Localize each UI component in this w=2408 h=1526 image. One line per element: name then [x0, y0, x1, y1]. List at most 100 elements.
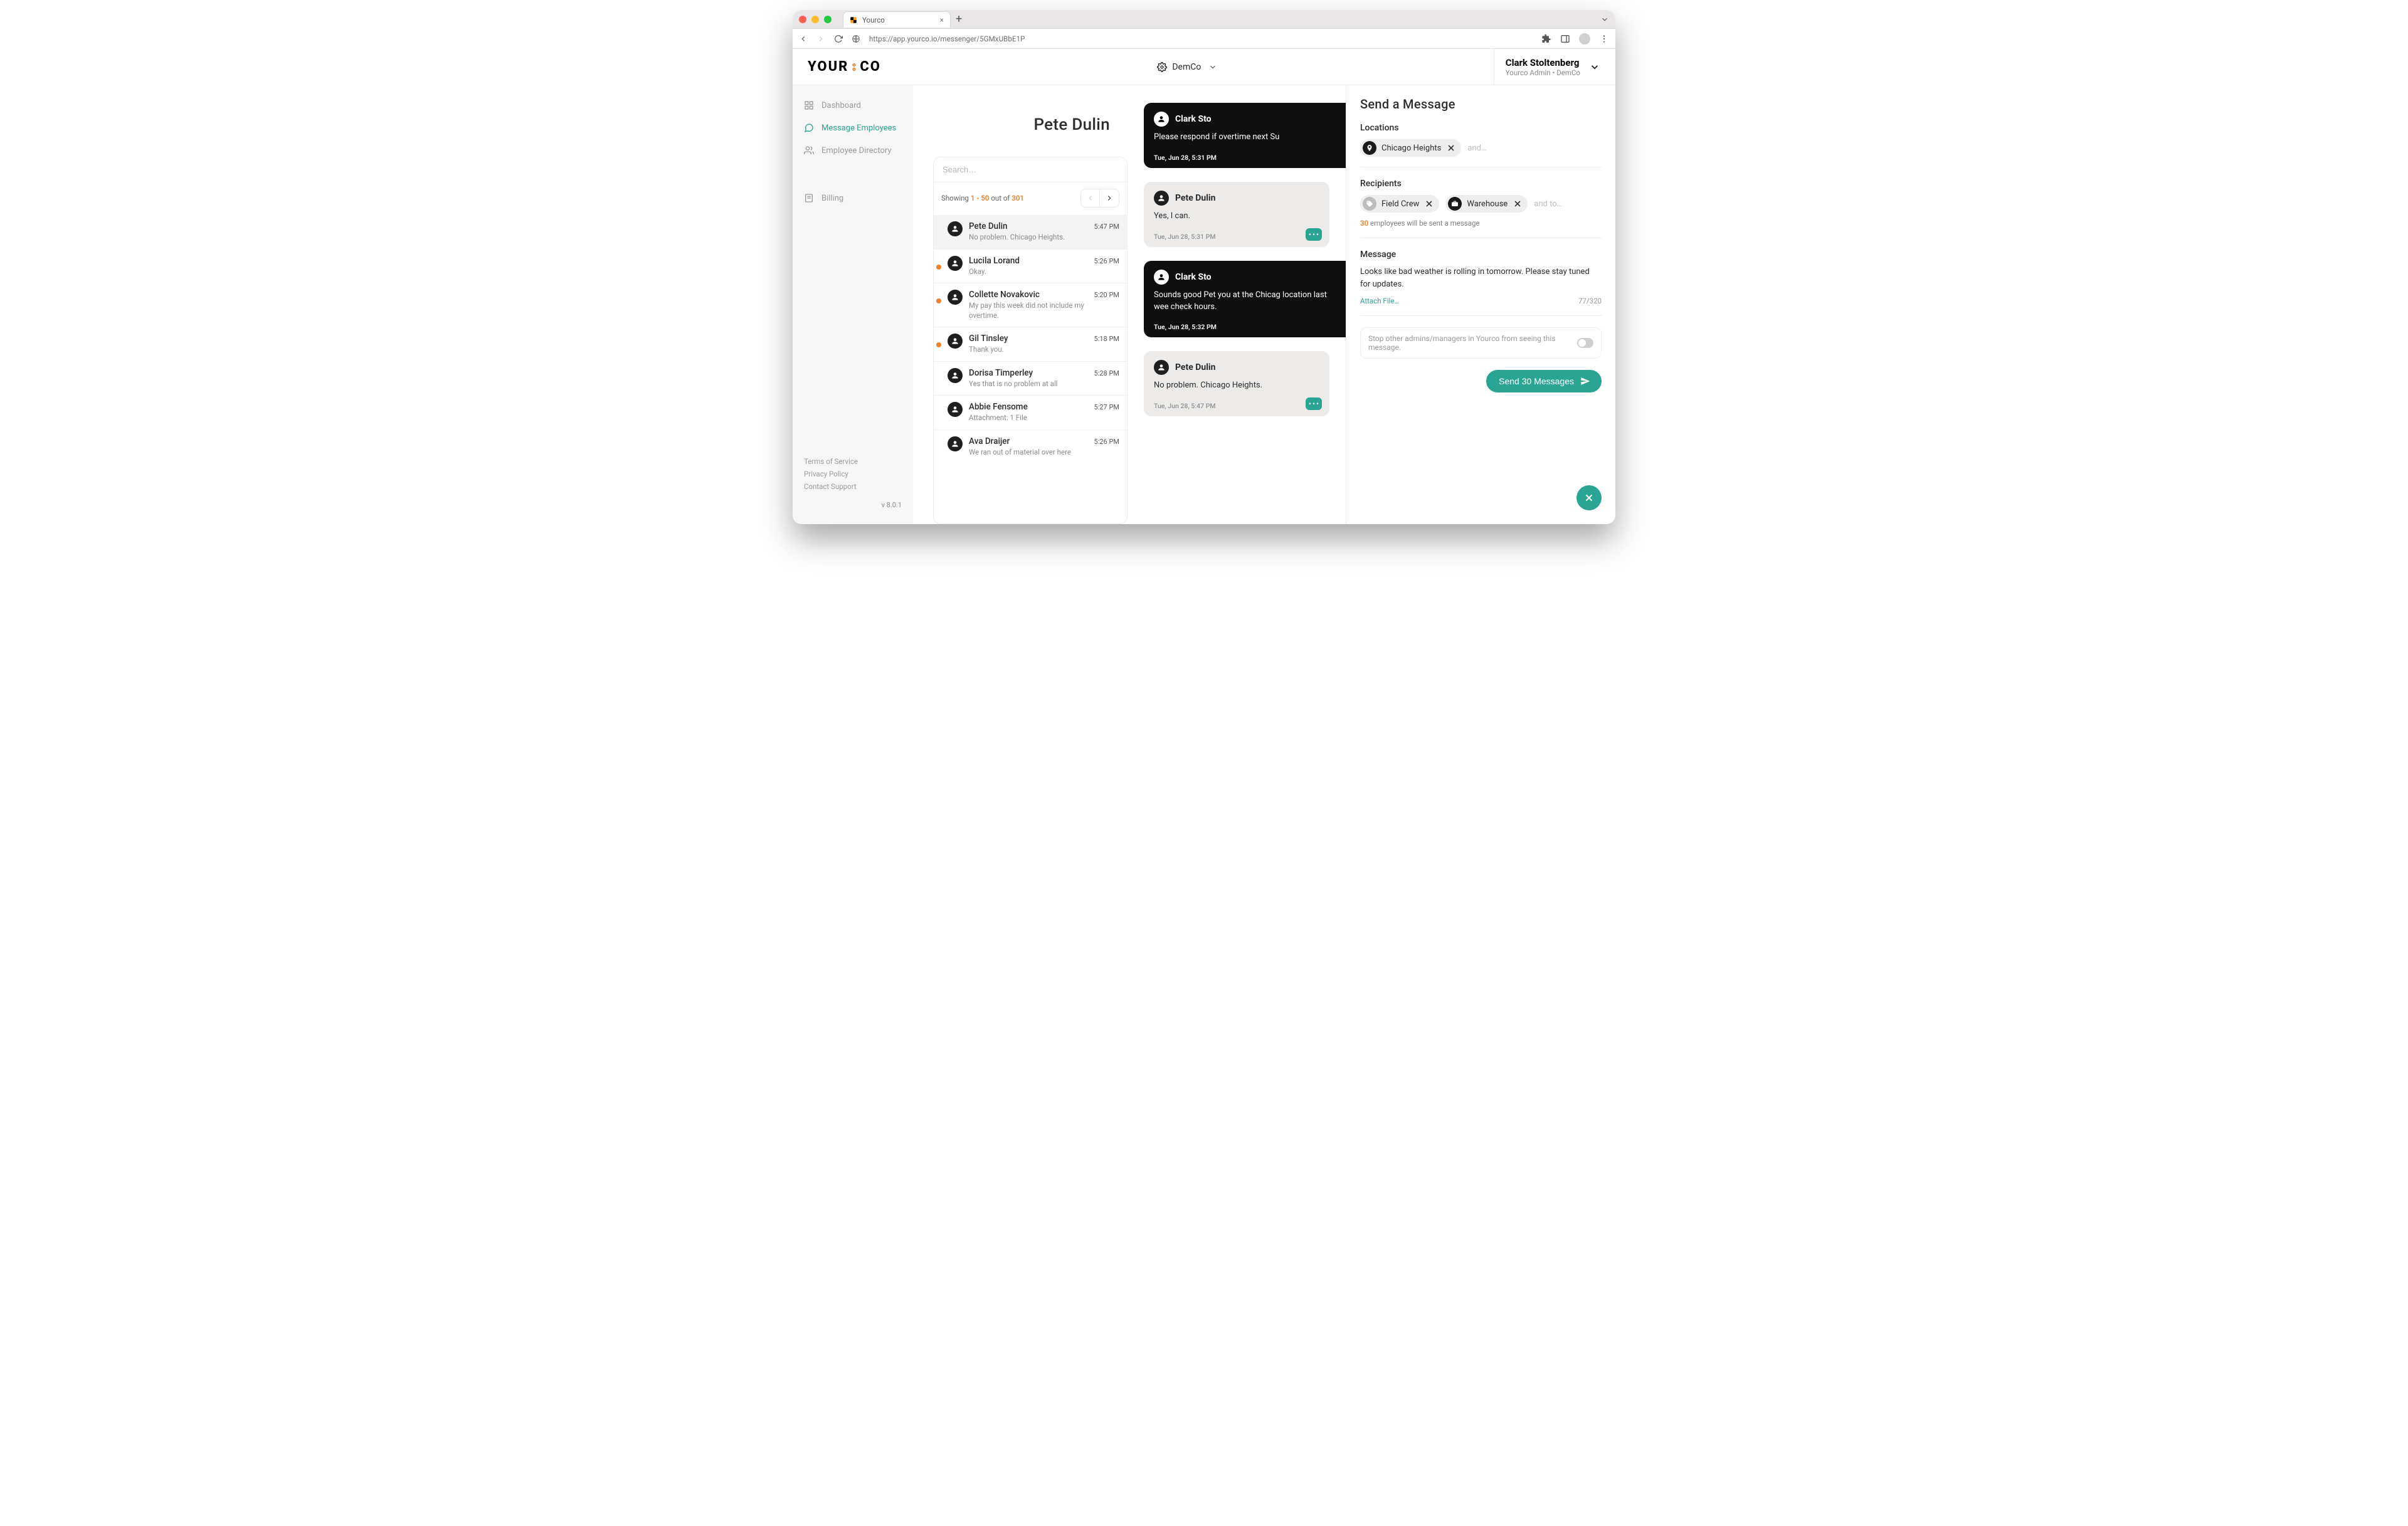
message-timestamp: Tue, Jun 28, 5:31 PM: [1154, 233, 1319, 241]
message-text: Sounds good Pet you at the Chicag locati…: [1154, 290, 1342, 313]
favicon-icon: [850, 17, 857, 23]
panel-title: Send a Message: [1360, 97, 1602, 112]
tab-close-icon[interactable]: ×: [940, 16, 944, 24]
tabs-chevron-down-icon[interactable]: [1600, 15, 1609, 24]
chip-remove-icon[interactable]: [1513, 199, 1523, 209]
conversation-time: 5:27 PM: [1094, 402, 1119, 411]
brand-logo[interactable]: YOUR CO: [808, 59, 881, 75]
link-privacy[interactable]: Privacy Policy: [804, 470, 902, 478]
showing-count: Showing 1 - 50 out of 301: [941, 194, 1024, 203]
new-tab-button[interactable]: +: [956, 13, 962, 26]
link-contact[interactable]: Contact Support: [804, 482, 902, 491]
avatar-icon: [948, 368, 963, 383]
pager-next-button[interactable]: [1100, 189, 1119, 207]
browser-titlebar: Yourco × +: [793, 10, 1615, 29]
sidebar-label: Employee Directory: [821, 146, 892, 155]
avatar-icon: [1154, 270, 1169, 285]
sidebar-item-billing[interactable]: Billing: [793, 187, 913, 209]
conversation-item[interactable]: Pete DulinNo problem. Chicago Heights.5:…: [934, 215, 1127, 249]
url-text[interactable]: https://app.yourco.io/messenger/5GMxUBbE…: [869, 34, 1025, 43]
app-header: YOUR CO DemCo Clark Stoltenberg Yourco A…: [793, 49, 1615, 85]
conversation-name: Lucila Lorand: [969, 256, 1088, 266]
conversation-time: 5:26 PM: [1094, 256, 1119, 265]
tag-icon: [1363, 197, 1376, 211]
conversation-preview: We ran out of material over here: [969, 448, 1088, 458]
locations-label: Locations: [1360, 123, 1602, 133]
chip-label: Warehouse: [1467, 199, 1508, 209]
browser-tab[interactable]: Yourco ×: [843, 11, 951, 28]
recipient-hint[interactable]: and to…: [1534, 199, 1562, 209]
message-text: Please respond if overtime next Su: [1154, 132, 1342, 144]
extensions-icon[interactable]: [1541, 34, 1551, 44]
sidebar-label: Dashboard: [821, 101, 861, 110]
app-version: v 8.0.1: [793, 497, 913, 515]
privacy-toggle-row: Stop other admins/managers in Yourco fro…: [1360, 327, 1602, 359]
recipient-chip[interactable]: Field Crew: [1360, 195, 1439, 213]
pager-prev-button[interactable]: [1081, 189, 1100, 207]
avatar-icon: [1154, 360, 1169, 375]
sidebar-item-dashboard[interactable]: Dashboard: [793, 94, 913, 117]
unread-dot-icon: [936, 342, 941, 347]
close-icon[interactable]: [799, 16, 806, 23]
avatar-icon: [948, 436, 963, 451]
send-button[interactable]: Send 30 Messages: [1486, 370, 1602, 392]
avatar-icon: [948, 221, 963, 236]
location-chip[interactable]: Chicago Heights: [1360, 139, 1461, 157]
minimize-icon[interactable]: [811, 16, 819, 23]
conversation-name: Dorisa Timperley: [969, 368, 1088, 378]
link-terms[interactable]: Terms of Service: [804, 457, 902, 466]
briefcase-icon: [1448, 197, 1462, 211]
conversation-time: 5:47 PM: [1094, 221, 1119, 231]
location-pin-icon: [1363, 141, 1376, 155]
panel-icon[interactable]: [1560, 34, 1570, 44]
browser-url-bar: https://app.yourco.io/messenger/5GMxUBbE…: [793, 29, 1615, 49]
message-timestamp: Tue, Jun 28, 5:47 PM: [1154, 402, 1319, 410]
profile-avatar-icon[interactable]: [1579, 33, 1590, 45]
settings-gear-icon: [1157, 62, 1167, 72]
link-attach-file[interactable]: Attach File…: [1360, 297, 1399, 305]
message-bubble: Pete DulinYes, I can.Tue, Jun 28, 5:31 P…: [1144, 182, 1329, 247]
forward-icon[interactable]: [816, 34, 825, 43]
org-switcher[interactable]: DemCo: [881, 62, 1494, 72]
conversation-preview: No problem. Chicago Heights.: [969, 233, 1088, 243]
recipient-chip[interactable]: Warehouse: [1445, 195, 1528, 213]
conversation-item[interactable]: Lucila LorandOkay.5:26 PM: [934, 249, 1127, 283]
sidebar-item-employee-directory[interactable]: Employee Directory: [793, 139, 913, 162]
compose-panel: Send a Message Locations Chicago Heights…: [1346, 85, 1615, 524]
org-name: DemCo: [1172, 62, 1201, 72]
message-more-button[interactable]: •••: [1306, 397, 1322, 410]
close-panel-button[interactable]: [1576, 485, 1602, 510]
sidebar-item-message-employees[interactable]: Message Employees: [793, 117, 913, 139]
send-button-label: Send 30 Messages: [1499, 376, 1574, 386]
avatar-icon: [948, 334, 963, 349]
conversation-item[interactable]: Ava Draijer We ran out of material over h…: [934, 429, 1127, 464]
message-author: Clark Sto: [1175, 114, 1212, 124]
conversation-item[interactable]: Dorisa TimperleyYes that is no problem a…: [934, 361, 1127, 396]
search-input[interactable]: [934, 157, 1127, 182]
maximize-icon[interactable]: [824, 16, 832, 23]
conversation-item[interactable]: Abbie FensomeAttachment: 1 File5:27 PM: [934, 395, 1127, 429]
conversation-item[interactable]: Collette NovakovicMy pay this week did n…: [934, 283, 1127, 327]
privacy-text: Stop other admins/managers in Yourco fro…: [1368, 334, 1577, 352]
conversation-preview: Thank you.: [969, 345, 1088, 355]
sidebar-label: Billing: [821, 194, 843, 203]
conversation-name: Gil Tinsley: [969, 334, 1088, 344]
avatar-icon: [1154, 112, 1169, 127]
message-more-button[interactable]: •••: [1306, 228, 1322, 241]
back-icon[interactable]: [799, 34, 808, 43]
message-body[interactable]: Looks like bad weather is rolling in tom…: [1360, 266, 1602, 290]
dashboard-icon: [804, 100, 814, 110]
location-hint[interactable]: and…: [1467, 144, 1486, 153]
conversation-name: Ava Draijer: [969, 436, 1088, 446]
user-menu[interactable]: Clark Stoltenberg Yourco Admin • DemCo: [1494, 49, 1600, 85]
message-bubble: Pete DulinNo problem. Chicago Heights.Tu…: [1144, 351, 1329, 416]
conversation-time: 5:26 PM: [1094, 436, 1119, 446]
chip-remove-icon[interactable]: [1446, 143, 1456, 153]
sidebar: Dashboard Message Employees Employee Dir…: [793, 85, 913, 524]
reload-icon[interactable]: [834, 34, 843, 43]
kebab-menu-icon[interactable]: [1599, 34, 1609, 44]
privacy-toggle[interactable]: [1577, 338, 1593, 348]
conversation-item[interactable]: Gil TinsleyThank you.5:18 PM: [934, 327, 1127, 361]
chip-remove-icon[interactable]: [1424, 199, 1434, 209]
message-timestamp: Tue, Jun 28, 5:31 PM: [1154, 154, 1342, 162]
